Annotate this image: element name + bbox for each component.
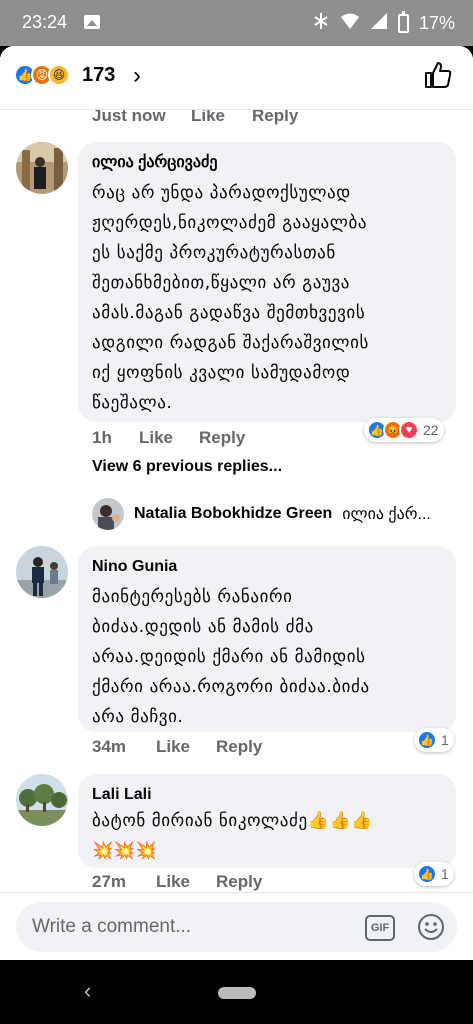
haha-reaction-icon: 😆 <box>48 64 70 86</box>
reaction-badge[interactable]: 👍 😡 ♥ 22 <box>364 418 444 442</box>
home-pill[interactable] <box>218 987 256 999</box>
reaction-badge-count: 1 <box>441 866 449 882</box>
comment-author[interactable]: Lali Lali <box>92 784 442 806</box>
gallery-icon <box>84 15 100 29</box>
like-link[interactable]: Like <box>139 428 173 448</box>
avatar[interactable] <box>16 142 68 194</box>
reply-link[interactable]: Reply <box>216 872 262 892</box>
reply-preview-author: Natalia Bobokhidze Green <box>134 505 333 522</box>
like-thumb-icon[interactable] <box>423 60 453 90</box>
like-reaction-icon: 👍 <box>417 730 437 750</box>
comment-time: 1h <box>92 428 112 447</box>
avatar[interactable] <box>16 774 68 826</box>
emoji-icon[interactable] <box>417 913 445 941</box>
comment-author[interactable]: ილია ქარცივაძე <box>92 152 442 174</box>
reaction-icons: 👍 😡 😆 <box>14 64 70 86</box>
comments-sheet: 👍 😡 😆 173 › Just now Like Reply ილია ქარ… <box>0 46 473 960</box>
signal-icon <box>370 12 388 35</box>
like-link[interactable]: Like <box>156 737 190 757</box>
reply-link[interactable]: Reply <box>216 737 262 757</box>
reaction-count[interactable]: 173 <box>82 64 115 87</box>
comment-author[interactable]: Nino Gunia <box>92 556 442 578</box>
battery-percent: 17% <box>418 13 455 33</box>
comment-text: რაც არ უნდა პარადოქსულად ჟღერდეს,ნიკოლაძ… <box>92 183 370 413</box>
view-previous-replies-link[interactable]: View 6 previous replies... <box>92 458 282 476</box>
reaction-badge-count: 1 <box>441 732 449 748</box>
like-reaction-icon: 👍 <box>417 864 437 884</box>
status-bar: 23:24 17% <box>0 0 473 46</box>
battery-icon <box>397 11 409 33</box>
comment-bubble[interactable]: ილია ქარცივაძე რაც არ უნდა პარადოქსულად … <box>78 142 456 422</box>
comment-time: 27m <box>92 872 127 891</box>
status-time: 23:24 <box>22 12 68 32</box>
reply-preview[interactable]: Natalia Bobokhidze Green ილია ქარ... <box>92 498 431 530</box>
reply-preview-text: ილია ქარ... <box>342 506 431 523</box>
wifi-icon <box>340 12 360 35</box>
reaction-badge[interactable]: 👍 1 <box>414 862 454 886</box>
reaction-badge-count: 22 <box>423 422 439 438</box>
reply-link[interactable]: Reply <box>199 428 245 448</box>
system-nav-bar: ‹ <box>0 960 473 1024</box>
like-link[interactable]: Like <box>156 872 190 892</box>
back-icon[interactable]: ‹ <box>84 978 91 1004</box>
reaction-badge[interactable]: 👍 1 <box>414 728 454 752</box>
comment-input[interactable] <box>32 902 352 952</box>
reactions-header[interactable]: 👍 😡 😆 173 › <box>0 46 473 110</box>
mute-icon <box>312 12 330 35</box>
comment-time: 34m <box>92 737 127 756</box>
love-reaction-icon: ♥ <box>399 420 419 440</box>
comment-text: ბატონ მირიან ნიკოლაძე👍👍👍 💥💥💥 <box>92 811 373 861</box>
comment-bubble[interactable]: Nino Gunia მაინტერესებს რანაირი ბიძაა.დე… <box>78 546 456 732</box>
avatar <box>92 498 124 530</box>
comment-text: მაინტერესებს რანაირი ბიძაა.დედის ან მამი… <box>92 587 370 727</box>
avatar[interactable] <box>16 546 68 598</box>
chevron-right-icon[interactable]: › <box>133 62 141 90</box>
gif-button[interactable]: GIF <box>365 915 395 941</box>
comment-meta: 34m Like Reply <box>0 737 473 761</box>
comment-input-wrapper[interactable]: GIF <box>16 902 457 952</box>
comment-composer: GIF <box>0 892 473 960</box>
comment-bubble[interactable]: Lali Lali ბატონ მირიან ნიკოლაძე👍👍👍 💥💥💥 <box>78 774 456 868</box>
status-right: 17% <box>312 11 455 35</box>
